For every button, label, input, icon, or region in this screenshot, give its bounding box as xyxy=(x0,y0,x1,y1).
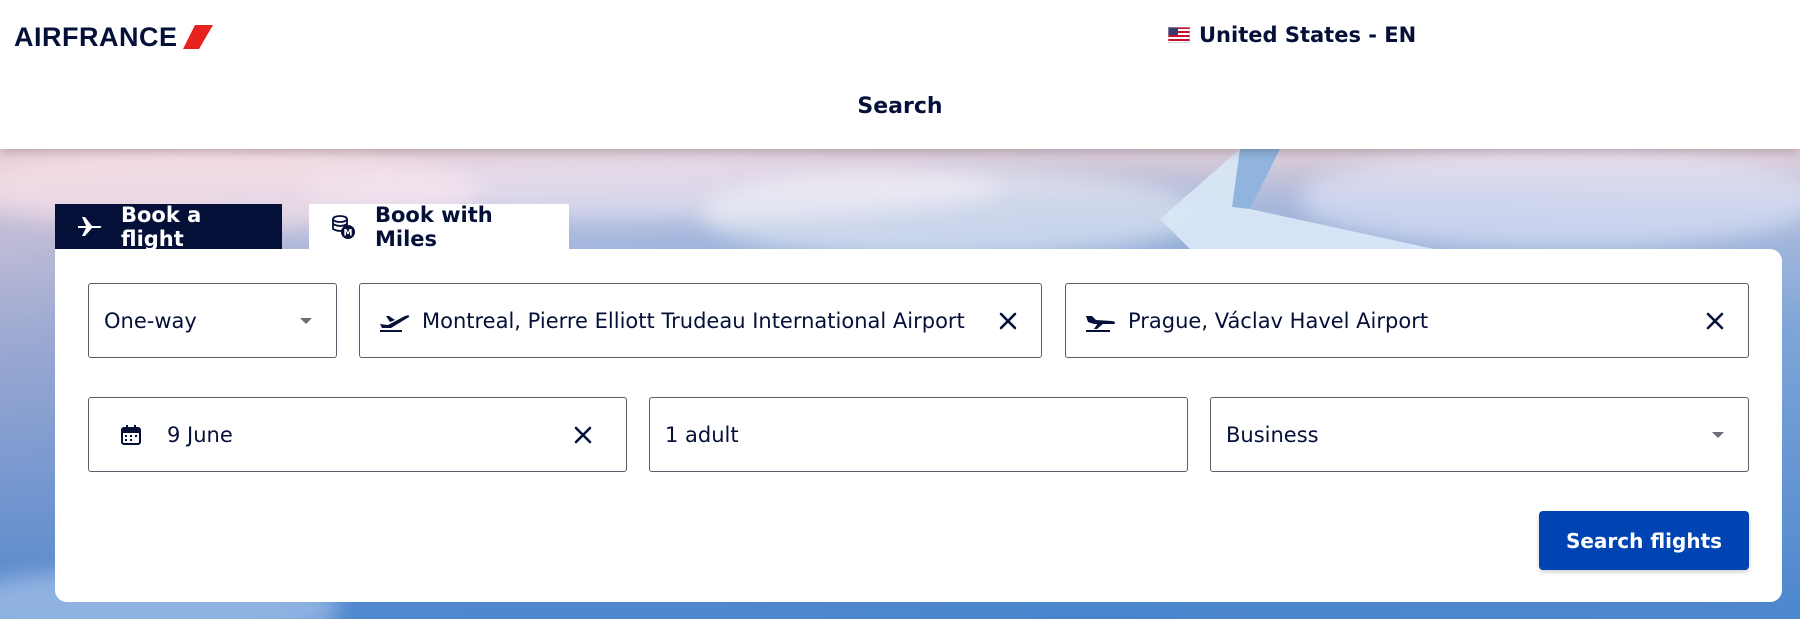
destination-value: Prague, Václav Havel Airport xyxy=(1128,308,1429,333)
clear-date-close-icon[interactable] xyxy=(572,424,594,446)
svg-text:M: M xyxy=(344,229,353,239)
nav-search: Search xyxy=(0,94,1800,119)
logo-wordmark: AIRFRANCE xyxy=(14,21,178,52)
plane-landing-icon xyxy=(1084,310,1118,332)
chevron-down-icon xyxy=(300,318,312,324)
plane-icon xyxy=(77,216,103,238)
airfrance-logo[interactable]: AIRFRANCE xyxy=(14,22,213,52)
tab-book-with-miles[interactable]: M Book with Miles xyxy=(309,203,569,251)
site-header: AIRFRANCE United States - EN Search xyxy=(0,0,1800,149)
tab-book-with-miles-label: Book with Miles xyxy=(375,203,493,251)
cabin-class-value: Business xyxy=(1226,422,1319,447)
tab-book-a-flight-label: Book a flight xyxy=(121,202,202,251)
passengers-field[interactable]: 1 adult xyxy=(649,397,1188,472)
tab-book-a-flight[interactable]: Book a flight xyxy=(55,202,282,251)
booking-tabs: Book a flight M Book with Miles xyxy=(55,202,569,251)
chevron-down-icon xyxy=(1712,432,1724,438)
plane-takeoff-icon xyxy=(378,310,412,332)
date-field[interactable]: 9 June xyxy=(88,397,627,472)
origin-value: Montreal, Pierre Elliott Trudeau Interna… xyxy=(422,308,965,333)
search-flights-button[interactable]: Search flights xyxy=(1539,511,1749,570)
date-value: 9 June xyxy=(167,422,233,447)
calendar-icon xyxy=(121,424,141,445)
booking-form-card: One-way Montreal, Pierre Elliott Trudeau… xyxy=(55,249,1782,602)
locale-selector[interactable]: United States - EN xyxy=(1168,21,1416,49)
aircraft-wing-image xyxy=(1160,149,1480,259)
nav-search-link[interactable]: Search xyxy=(857,94,942,119)
origin-field[interactable]: Montreal, Pierre Elliott Trudeau Interna… xyxy=(359,283,1042,358)
destination-field[interactable]: Prague, Václav Havel Airport xyxy=(1065,283,1749,358)
miles-coins-icon: M xyxy=(331,214,357,240)
clear-destination-close-icon[interactable] xyxy=(1704,310,1726,332)
trip-type-value: One-way xyxy=(104,308,197,333)
airfrance-slash-logo-icon xyxy=(182,25,213,49)
clear-origin-close-icon[interactable] xyxy=(997,310,1019,332)
us-flag-icon xyxy=(1168,27,1190,43)
locale-label: United States - EN xyxy=(1199,23,1417,47)
trip-type-select[interactable]: One-way xyxy=(88,283,337,358)
cabin-class-select[interactable]: Business xyxy=(1210,397,1749,472)
passengers-value: 1 adult xyxy=(665,422,739,447)
